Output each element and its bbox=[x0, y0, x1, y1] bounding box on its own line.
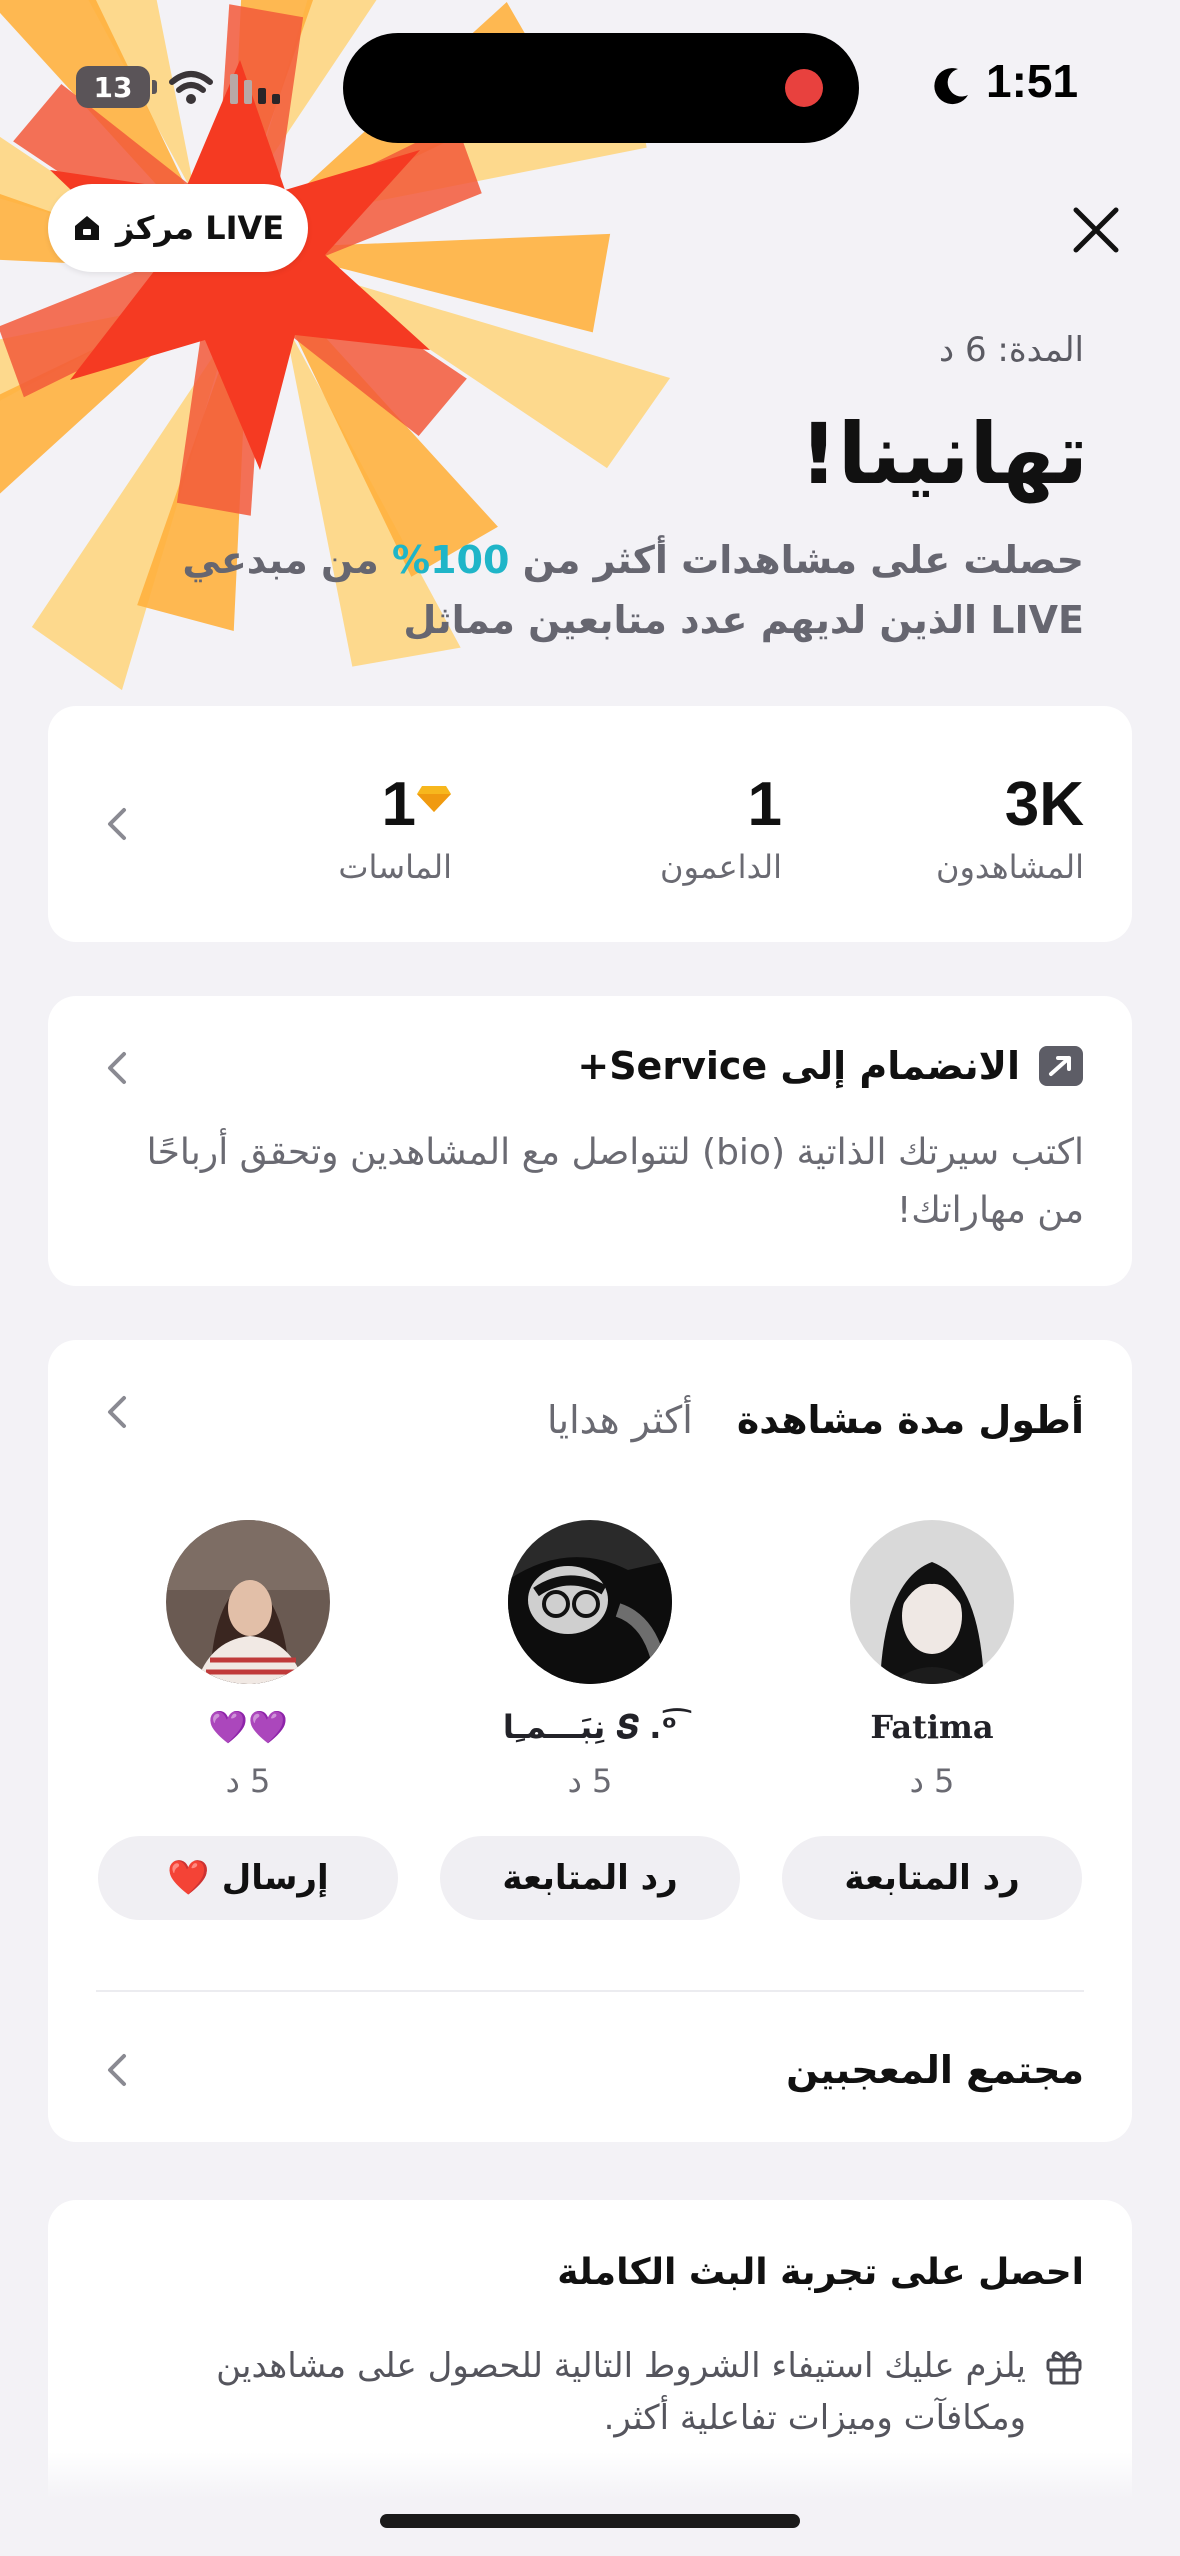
tab-most-gifts[interactable]: أكثر هدايا bbox=[547, 1398, 693, 1442]
chevron-left-icon[interactable] bbox=[102, 1392, 132, 1432]
live-center-button[interactable]: مركز LIVE bbox=[48, 184, 308, 272]
cellular-signal-icon bbox=[230, 74, 280, 104]
home-indicator[interactable] bbox=[380, 2514, 800, 2528]
battery-indicator: 13 bbox=[76, 66, 157, 108]
chevron-left-icon[interactable] bbox=[102, 2050, 132, 2090]
service-plus-card[interactable]: الانضمام إلى Service+ اكتب سيرتك الذاتية… bbox=[48, 996, 1132, 1286]
divider bbox=[96, 1990, 1084, 1992]
page-title: تهانينا! bbox=[799, 405, 1088, 503]
live-center-label: مركز LIVE bbox=[115, 209, 285, 247]
experience-title: احصل على تجربة البث الكاملة bbox=[557, 2252, 1084, 2293]
viewer-name: 💜💜 bbox=[208, 1708, 288, 1746]
heart-icon: ❤️ bbox=[167, 1858, 210, 1898]
stat-supporters: 1 الداعمون bbox=[660, 770, 782, 886]
viewer-tabs: أطول مدة مشاهدة أكثر هدايا bbox=[547, 1398, 1084, 1442]
status-bar: 13 1:51 bbox=[0, 0, 1180, 170]
close-icon[interactable] bbox=[1066, 200, 1126, 260]
viewer-name: Fatima bbox=[870, 1708, 994, 1746]
send-button[interactable]: إرسال ❤️ bbox=[98, 1836, 398, 1920]
experience-text: يلزم عليك استيفاء الشروط التالية للحصول … bbox=[216, 2346, 1026, 2438]
chevron-left-icon[interactable] bbox=[102, 1048, 132, 1088]
home-icon bbox=[74, 216, 99, 240]
viewer-item[interactable]: Fatima 5 د bbox=[782, 1520, 1082, 1800]
wifi-icon bbox=[169, 71, 213, 104]
service-plus-heading: الانضمام إلى Service+ bbox=[577, 1044, 1084, 1088]
service-plus-title: الانضمام إلى Service+ bbox=[577, 1044, 1020, 1088]
service-plus-description: اكتب سيرتك الذاتية (bio) لتتواصل مع المش… bbox=[146, 1132, 1084, 1231]
avatar[interactable] bbox=[166, 1520, 330, 1684]
recording-dot-icon bbox=[785, 69, 823, 107]
percent-highlight: 100% bbox=[391, 538, 510, 582]
dynamic-island bbox=[343, 33, 859, 143]
diamond-icon bbox=[417, 786, 451, 812]
viewer-duration: 5 د bbox=[909, 1762, 955, 1800]
follow-back-button[interactable]: رد المتابعة bbox=[782, 1836, 1082, 1920]
follow-back-button[interactable]: رد المتابعة bbox=[440, 1836, 740, 1920]
bottom-fade bbox=[0, 2452, 1180, 2556]
avatar[interactable] bbox=[850, 1520, 1014, 1684]
chevron-left-icon[interactable] bbox=[102, 804, 132, 844]
service-arrow-icon bbox=[1039, 1046, 1083, 1086]
viewer-name: ﻧِﺒَـــﻤـِﺎ 𝑺 .ᵒ͡ bbox=[502, 1708, 678, 1746]
viewer-duration: 5 د bbox=[225, 1762, 271, 1800]
viewer-duration: 5 د bbox=[567, 1762, 613, 1800]
viewer-item[interactable]: 💜💜 5 د bbox=[98, 1520, 398, 1800]
top-viewers-card: أطول مدة مشاهدة أكثر هدايا Fatima 5 د ﻧِ… bbox=[48, 1340, 1132, 2142]
avatar[interactable] bbox=[508, 1520, 672, 1684]
tab-longest-watch[interactable]: أطول مدة مشاهدة bbox=[737, 1398, 1084, 1442]
moon-icon bbox=[934, 68, 968, 105]
stats-card[interactable]: 3K المشاهدون 1 الداعمون 1 الماسات bbox=[48, 706, 1132, 942]
viewer-item[interactable]: ﻧِﺒَـــﻤـِﺎ 𝑺 .ᵒ͡ 5 د bbox=[440, 1520, 740, 1800]
fan-club-link[interactable]: مجتمع المعجبين bbox=[786, 2048, 1084, 2092]
stat-viewers: 3K المشاهدون bbox=[935, 770, 1084, 886]
congrats-message: حصلت على مشاهدات أكثر من 100% من مبدعي L… bbox=[182, 538, 1084, 642]
gift-icon bbox=[1046, 2351, 1082, 2385]
stat-diamonds: 1 الماسات bbox=[338, 770, 452, 886]
live-duration: المدة: 6 د bbox=[939, 330, 1084, 370]
experience-row: يلزم عليك استيفاء الشروط التالية للحصول … bbox=[94, 2340, 1084, 2444]
status-time: 1:51 bbox=[986, 55, 1079, 107]
